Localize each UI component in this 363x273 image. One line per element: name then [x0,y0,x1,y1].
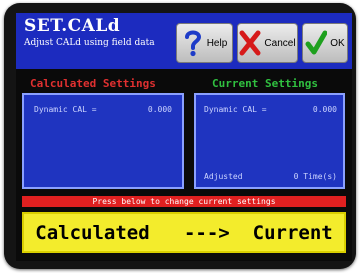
cancel-button[interactable]: Cancel [237,23,298,63]
adjusted-label: Adjusted [204,172,243,181]
apply-arrow: ---> [183,221,230,244]
page-subtitle: Adjust CALd using field data [24,38,155,48]
help-button[interactable]: Help [176,23,233,63]
page-title: SET.CALd [24,16,121,36]
display-screen: SET.CALd Adjust CALd using field data He… [16,13,352,261]
instruction-banner: Press below to change current settings [22,196,346,207]
adjusted-value: 0 Time(s) [293,172,337,181]
current-settings-panel: Dynamic CAL = 0.000 Adjusted 0 Time(s) [194,93,345,189]
calculated-settings-panel: Dynamic CAL = 0.000 [22,93,184,189]
title-bar: SET.CALd Adjust CALd using field data He… [16,13,352,69]
apply-calculated-to-current-button[interactable]: Calculated ---> Current [22,212,346,253]
ok-button-label: OK [330,37,345,49]
red-x-icon [239,29,261,57]
green-checkmark-icon [305,29,328,57]
cancel-button-label: Cancel [264,37,296,49]
help-button-label: Help [206,37,228,49]
apply-from-label: Calculated [35,221,150,244]
ok-button[interactable]: OK [302,23,348,63]
apply-to-label: Current [252,221,333,244]
device-frame: SET.CALd Adjust CALd using field data He… [0,0,363,273]
calculated-dynamic-cal-value: 0.000 [147,105,172,114]
current-dynamic-cal-label: Dynamic CAL = [204,105,267,114]
current-dynamic-cal-value: 0.000 [312,105,337,114]
question-mark-icon [182,29,204,57]
calculated-dynamic-cal-label: Dynamic CAL = [34,105,97,114]
screen-bezel: SET.CALd Adjust CALd using field data He… [4,3,356,269]
current-settings-heading: Current Settings [212,77,318,90]
calculated-settings-heading: Calculated Settings [30,77,156,90]
